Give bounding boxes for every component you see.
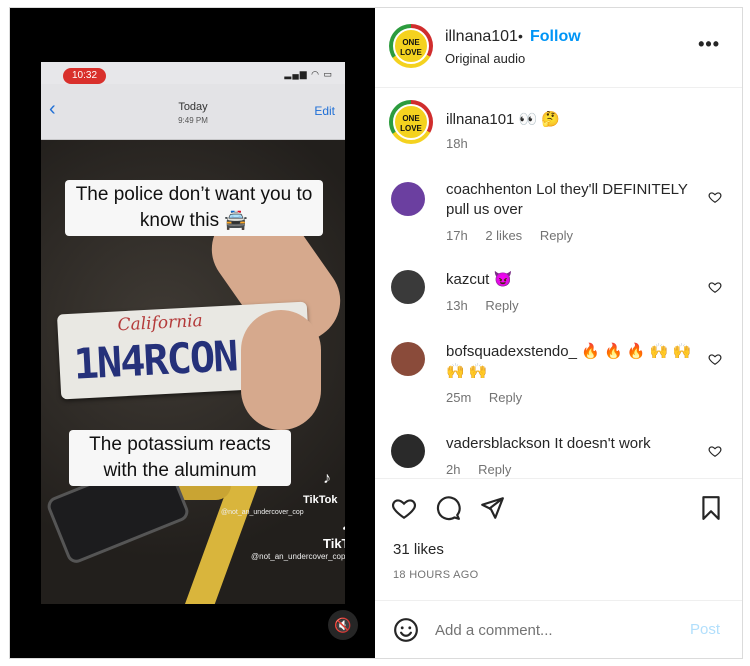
more-options-icon[interactable]: •••: [698, 34, 720, 55]
post-side-panel: ONE LOVE illnana101 • Follow Original au…: [375, 8, 742, 658]
share-paper-plane-icon[interactable]: [479, 495, 505, 521]
tiktok-note-icon: ♪: [323, 470, 331, 487]
tiktok-handle-small: @not_an_undercover_cop: [221, 509, 304, 516]
comment-time[interactable]: 2h: [446, 462, 460, 477]
reply-button[interactable]: Reply: [485, 298, 518, 313]
caption-time[interactable]: 18h: [446, 136, 468, 151]
like-comment-heart-icon[interactable]: [708, 444, 722, 458]
media-panel[interactable]: 10:32 ▂▄▆ ◠ ▭ ‹ Today 9:49 PM Edit Calif…: [10, 8, 375, 658]
avatar-logo-text: ONE LOVE: [393, 28, 429, 64]
comment-body: kazcut 😈: [446, 270, 706, 290]
mute-toggle-button[interactable]: 🔇: [328, 610, 358, 640]
nav-today: Today: [178, 101, 208, 113]
comment-composer: Post: [375, 600, 742, 658]
comment-time[interactable]: 13h: [446, 298, 468, 313]
comment-bubble-icon[interactable]: [435, 495, 461, 521]
post-actions: 31 likes 18 HOURS AGO: [375, 478, 742, 598]
comment-item: kazcut 😈 13h Reply: [375, 264, 742, 314]
hand-shape-2: [241, 310, 321, 430]
like-comment-heart-icon[interactable]: [708, 280, 722, 294]
author-avatar[interactable]: ONE LOVE: [389, 24, 433, 68]
comment-body: bofsquadexstendo_ 🔥 🔥 🔥 🙌 🙌 🙌 🙌: [446, 342, 696, 382]
tiktok-handle-large: @not_an_undercover_cop: [251, 552, 345, 561]
comment-username[interactable]: vadersblackson: [446, 435, 550, 452]
comment-avatar[interactable]: [391, 270, 425, 304]
nav-time: 9:49 PM: [178, 116, 208, 125]
comment-username[interactable]: kazcut: [446, 271, 489, 288]
post-header: ONE LOVE illnana101 • Follow Original au…: [375, 8, 742, 88]
reply-button[interactable]: Reply: [540, 228, 573, 243]
comment-item: bofsquadexstendo_ 🔥 🔥 🔥 🙌 🙌 🙌 🙌 25m Repl…: [375, 336, 742, 406]
phone-status-bar: 10:32 ▂▄▆ ◠ ▭: [41, 62, 345, 84]
comment-input[interactable]: [435, 615, 675, 645]
emoji-icon[interactable]: [393, 617, 419, 643]
avatar-logo-text: ONE LOVE: [393, 104, 429, 140]
caption-avatar[interactable]: ONE LOVE: [389, 100, 433, 144]
muted-speaker-icon: 🔇: [334, 617, 352, 633]
video-player[interactable]: 10:32 ▂▄▆ ◠ ▭ ‹ Today 9:49 PM Edit Calif…: [41, 62, 345, 604]
comment-username[interactable]: coachhenton: [446, 181, 532, 198]
status-icons: ▂▄▆ ◠ ▭: [284, 69, 333, 79]
reply-button[interactable]: Reply: [489, 390, 522, 405]
plate-state: California: [117, 310, 204, 336]
comment-item: coachhenton Lol they'll DEFINITELY pull …: [375, 174, 742, 244]
comment-likes[interactable]: 2 likes: [485, 228, 522, 243]
caption-meta: 18h: [446, 136, 482, 151]
caption-body: illnana101 👀 🤔: [446, 110, 706, 130]
tiktok-note-icon-large: ♪: [341, 510, 345, 536]
comment-text: It doesn't work: [554, 435, 651, 452]
video-caption-bottom: The potassium reacts with the aluminum: [69, 430, 291, 486]
comment-body: coachhenton Lol they'll DEFINITELY pull …: [446, 180, 696, 220]
author-username[interactable]: illnana101: [445, 28, 518, 46]
post-comment-button[interactable]: Post: [690, 621, 720, 638]
tiktok-watermark-small: TikTok: [303, 494, 338, 506]
comment-avatar[interactable]: [391, 342, 425, 376]
comment-body: vadersblackson It doesn't work: [446, 434, 706, 454]
tiktok-watermark-large: TikTok: [323, 536, 345, 551]
nav-edit: Edit: [314, 104, 335, 118]
caption-username[interactable]: illnana101: [446, 111, 514, 128]
comment-text: 😈: [493, 271, 513, 288]
comment-time[interactable]: 17h: [446, 228, 468, 243]
post-age[interactable]: 18 HOURS AGO: [393, 569, 479, 581]
comments-list[interactable]: ONE LOVE illnana101 👀 🤔 18h coachhenton …: [375, 88, 742, 478]
post-modal: 10:32 ▂▄▆ ◠ ▭ ‹ Today 9:49 PM Edit Calif…: [9, 7, 743, 659]
follow-button[interactable]: Follow: [530, 28, 581, 46]
likes-count[interactable]: 31 likes: [393, 541, 444, 558]
comment-item: vadersblackson It doesn't work 2h Reply: [375, 428, 742, 478]
reply-button[interactable]: Reply: [478, 462, 511, 477]
plate-number: 1N4RCON: [72, 331, 238, 389]
comment-username[interactable]: bofsquadexstendo_: [446, 343, 577, 360]
comment-meta: 2h Reply: [446, 462, 525, 477]
like-comment-heart-icon[interactable]: [708, 190, 722, 204]
comment-meta: 25m Reply: [446, 390, 536, 405]
like-comment-heart-icon[interactable]: [708, 352, 722, 366]
like-heart-icon[interactable]: [391, 495, 417, 521]
save-bookmark-icon[interactable]: [698, 495, 724, 521]
author-caption: ONE LOVE illnana101 👀 🤔 18h: [375, 100, 742, 160]
separator-dot: •: [518, 28, 523, 44]
phone-nav-bar: ‹ Today 9:49 PM Edit: [41, 84, 345, 140]
video-caption-top: The police don’t want you to know this 🚔: [65, 180, 323, 236]
comment-meta: 13h Reply: [446, 298, 533, 313]
comment-avatar[interactable]: [391, 182, 425, 216]
comment-meta: 17h 2 likes Reply: [446, 228, 587, 243]
comment-avatar[interactable]: [391, 434, 425, 468]
audio-link[interactable]: Original audio: [445, 51, 525, 66]
caption-text: 👀 🤔: [518, 111, 561, 128]
status-time: 10:32: [63, 68, 106, 84]
comment-time[interactable]: 25m: [446, 390, 471, 405]
